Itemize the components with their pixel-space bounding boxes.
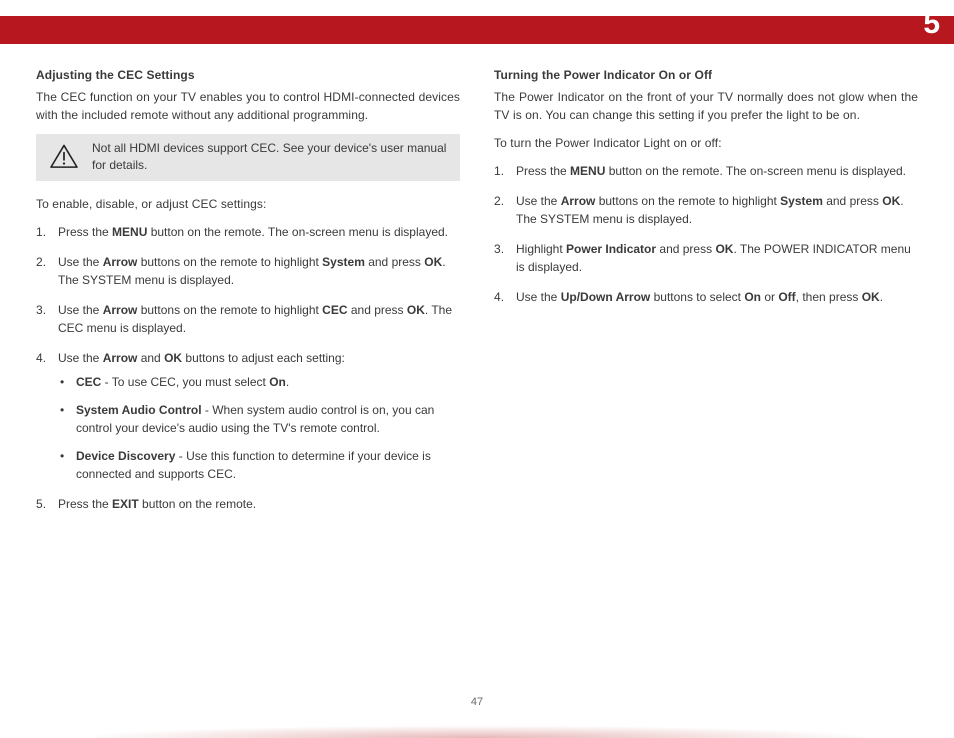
lead-text: To enable, disable, or adjust CEC settin… bbox=[36, 195, 460, 213]
bullet-device-discovery: Device Discovery - Use this function to … bbox=[58, 447, 460, 483]
step-4: Use the Arrow and OK buttons to adjust e… bbox=[36, 349, 460, 483]
bullet-cec: CEC - To use CEC, you must select On. bbox=[58, 373, 460, 391]
section-title-cec: Adjusting the CEC Settings bbox=[36, 68, 460, 82]
content-area: Adjusting the CEC Settings The CEC funct… bbox=[36, 68, 918, 525]
intro-text: The Power Indicator on the front of your… bbox=[494, 88, 918, 124]
step-3: Highlight Power Indicator and press OK. … bbox=[494, 240, 918, 276]
section-title-power: Turning the Power Indicator On or Off bbox=[494, 68, 918, 82]
step-2: Use the Arrow buttons on the remote to h… bbox=[494, 192, 918, 228]
step-1: Press the MENU button on the remote. The… bbox=[36, 223, 460, 241]
right-column: Turning the Power Indicator On or Off Th… bbox=[494, 68, 918, 525]
page-number: 47 bbox=[0, 696, 954, 708]
step-3: Use the Arrow buttons on the remote to h… bbox=[36, 301, 460, 337]
steps-list: Press the MENU button on the remote. The… bbox=[36, 223, 460, 513]
step-2: Use the Arrow buttons on the remote to h… bbox=[36, 253, 460, 289]
chapter-number: 5 bbox=[923, 9, 940, 39]
left-column: Adjusting the CEC Settings The CEC funct… bbox=[36, 68, 460, 525]
bullet-system-audio: System Audio Control - When system audio… bbox=[58, 401, 460, 437]
settings-sublist: CEC - To use CEC, you must select On. Sy… bbox=[58, 373, 460, 483]
intro-text: The CEC function on your TV enables you … bbox=[36, 88, 460, 124]
top-banner: 5 bbox=[0, 16, 954, 44]
warning-icon bbox=[46, 142, 82, 172]
steps-list: Press the MENU button on the remote. The… bbox=[494, 162, 918, 306]
note-callout: Not all HDMI devices support CEC. See yo… bbox=[36, 134, 460, 181]
note-text: Not all HDMI devices support CEC. See yo… bbox=[92, 140, 450, 175]
step-1: Press the MENU button on the remote. The… bbox=[494, 162, 918, 180]
step-5: Press the EXIT button on the remote. bbox=[36, 495, 460, 513]
bottom-glow bbox=[0, 720, 954, 738]
lead-text: To turn the Power Indicator Light on or … bbox=[494, 134, 918, 152]
step-4: Use the Up/Down Arrow buttons to select … bbox=[494, 288, 918, 306]
